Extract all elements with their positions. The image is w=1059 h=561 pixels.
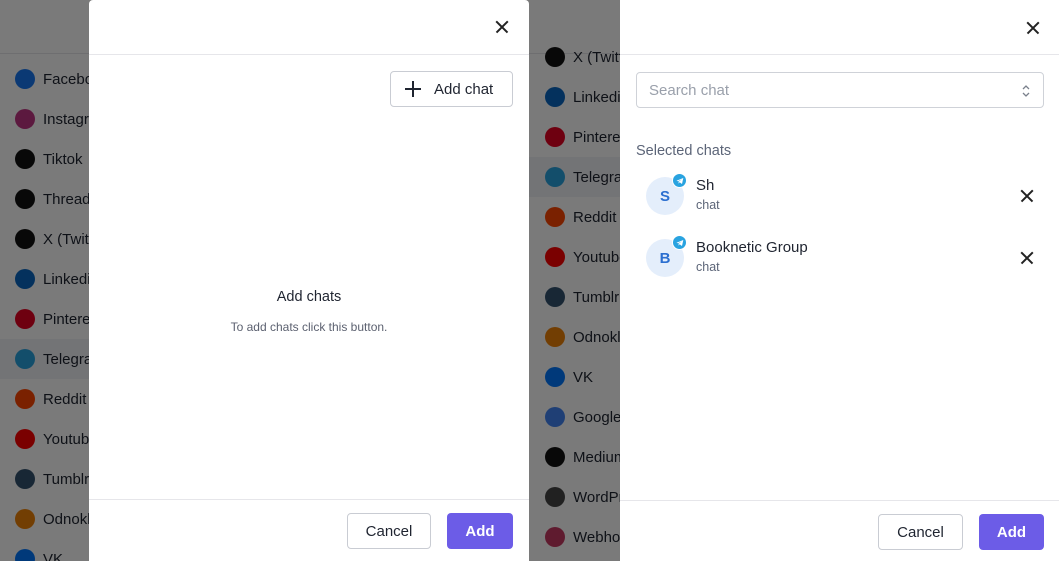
add-button[interactable]: Add: [447, 513, 513, 549]
add-chat-button[interactable]: Add chat: [390, 71, 513, 107]
modal-footer: Cancel Add: [89, 499, 529, 561]
selected-chat-row: S Sh chat: [646, 173, 1046, 217]
modal-footer: Cancel Add: [620, 500, 1059, 561]
search-chat-select[interactable]: Search chat: [636, 72, 1044, 108]
remove-chat-icon[interactable]: [1015, 246, 1039, 270]
cancel-button[interactable]: Cancel: [347, 513, 431, 549]
chevron-up-down-icon: [1021, 84, 1031, 98]
avatar: S: [646, 173, 687, 215]
modal-header: [89, 0, 529, 55]
selected-chats-heading: Selected chats: [636, 143, 732, 159]
telegram-icon: [672, 173, 687, 188]
empty-state-title: Add chats: [276, 289, 342, 305]
modal-header: [620, 0, 1059, 55]
add-button[interactable]: Add: [979, 514, 1044, 550]
chat-type: chat: [696, 260, 720, 274]
select-chats-modal: Search chat Selected chats S Sh chat B B…: [620, 0, 1059, 561]
plus-icon: [405, 81, 421, 97]
empty-state-subtitle: To add chats click this button.: [230, 320, 388, 334]
remove-chat-icon[interactable]: [1015, 184, 1039, 208]
cancel-button[interactable]: Cancel: [878, 514, 963, 550]
telegram-icon: [672, 235, 687, 250]
chat-type: chat: [696, 198, 720, 212]
avatar-initial: B: [659, 249, 671, 267]
add-chats-modal: Add chat Add chats To add chats click th…: [89, 0, 529, 561]
chat-name: Sh: [696, 177, 715, 194]
search-chat-placeholder: Search chat: [649, 81, 730, 99]
avatar-initial: S: [659, 187, 670, 205]
avatar: B: [646, 235, 687, 277]
close-icon[interactable]: [1021, 16, 1045, 40]
close-icon[interactable]: [490, 15, 514, 39]
selected-chat-row: B Booknetic Group chat: [646, 235, 1046, 279]
add-chat-button-label: Add chat: [434, 80, 494, 98]
chat-name: Booknetic Group: [696, 239, 808, 256]
